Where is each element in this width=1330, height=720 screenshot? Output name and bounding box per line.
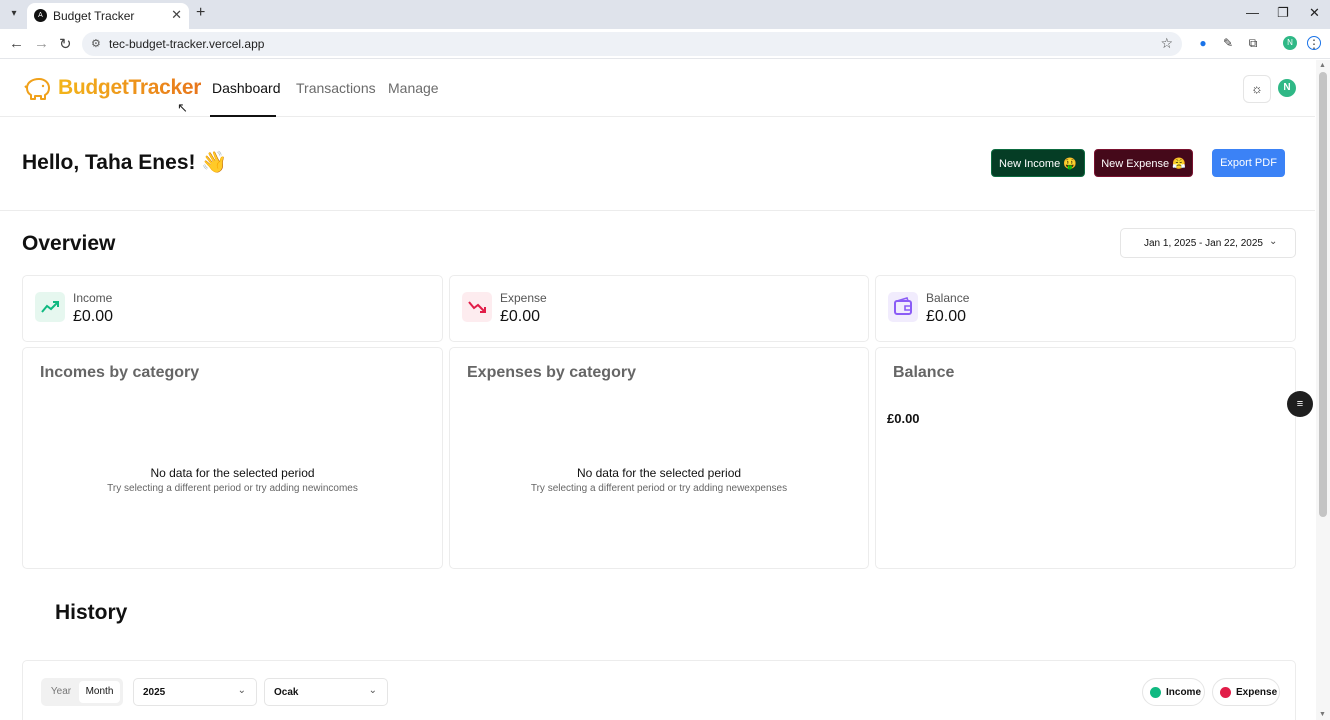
income-dot-icon [1150,687,1161,698]
overview-title: Overview [22,232,116,255]
income-label: Income [73,291,113,305]
segment-month[interactable]: Month [79,681,120,703]
expense-dot-icon [1220,687,1231,698]
new-tab-icon[interactable]: + [196,4,205,22]
legend-expense-label: Expense [1236,687,1278,698]
chevron-down-icon: ⌄ [1269,236,1278,247]
history-title: History [55,601,128,624]
segment-year[interactable]: Year [44,681,78,703]
browser-toolbar: ← → ↻ ⚙ tec-budget-tracker.vercel.app ☆ … [0,29,1330,59]
scroll-down-icon[interactable]: ▼ [1319,711,1326,718]
balance-stat-card: Balance £0.00 [875,275,1296,342]
expense-value: £0.00 [500,308,541,325]
piggy-bank-icon [24,78,50,100]
wallet-icon [888,292,918,322]
reload-icon[interactable]: ↻ [59,35,72,53]
month-value: Ocak [274,687,299,698]
balance-panel-value: £0.00 [887,411,920,426]
mouse-cursor-icon: ↖ [177,100,188,115]
year-select[interactable]: 2025 ⌄ [133,678,257,706]
incomes-empty-hint: Try selecting a different period or try … [107,483,358,494]
tab-title: Budget Tracker [53,9,135,23]
expenses-by-category-panel: Expenses by category No data for the sel… [449,347,869,569]
date-range-picker[interactable]: Jan 1, 2025 - Jan 22, 2025 ⌄ [1120,228,1296,258]
nav-manage[interactable]: Manage [388,80,439,96]
income-value: £0.00 [73,308,114,325]
balance-value: £0.00 [926,308,967,325]
back-icon[interactable]: ← [9,35,24,52]
expenses-empty-message: No data for the selected period [576,466,742,480]
balance-panel-title: Balance [893,364,955,381]
year-value: 2025 [143,687,166,698]
expenses-panel-title: Expenses by category [467,364,636,381]
restore-icon[interactable]: ❐ [1277,5,1289,21]
new-expense-button[interactable]: New Expense 😤 [1094,149,1193,177]
app-page: BudgetTracker Dashboard Transactions Man… [0,60,1315,720]
nav-transactions[interactable]: Transactions [296,80,376,96]
profile-icon[interactable]: N [1283,36,1297,50]
balance-panel: Balance £0.00 [875,347,1296,569]
minimize-icon[interactable]: — [1246,5,1259,20]
tab-search-icon[interactable]: ▾ [6,6,22,22]
export-pdf-button[interactable]: Export PDF [1212,149,1285,177]
chevron-down-icon: ⌄ [368,685,377,696]
nav-dashboard[interactable]: Dashboard [212,80,281,96]
income-stat-card: Income £0.00 [22,275,443,342]
address-bar[interactable]: ⚙ tec-budget-tracker.vercel.app ☆ [82,32,1182,56]
theme-toggle-icon[interactable]: ☼ [1243,75,1271,103]
tab-close-icon[interactable]: ✕ [171,7,182,23]
bookmark-star-icon[interactable]: ☆ [1160,35,1173,52]
browser-tab-bar: ▾ A Budget Tracker ✕ + — ❐ ✕ [0,0,1330,29]
new-income-button[interactable]: New Income 🤑 [991,149,1085,177]
app-header: BudgetTracker Dashboard Transactions Man… [0,60,1315,117]
user-avatar[interactable]: N [1278,79,1296,97]
site-info-icon[interactable]: ⚙ [91,37,101,50]
greeting-title: Hello, Taha Enes! 👋 [22,151,228,174]
month-select[interactable]: Ocak ⌄ [264,678,388,706]
expense-stat-card: Expense £0.00 [449,275,869,342]
forward-icon[interactable]: → [34,35,49,52]
url-text[interactable]: tec-budget-tracker.vercel.app [109,37,264,51]
browser-tab[interactable]: A Budget Tracker ✕ [27,3,189,29]
legend-income[interactable]: Income [1142,678,1205,706]
legend-income-label: Income [1166,687,1202,698]
scroll-up-icon[interactable]: ▲ [1319,62,1326,69]
date-range-text: Jan 1, 2025 - Jan 22, 2025 [1144,238,1263,249]
trending-up-icon [35,292,65,322]
kebab-menu-icon[interactable]: ⋮ [1307,36,1321,51]
incomes-panel-title: Incomes by category [40,364,200,381]
page-scrollbar[interactable]: ▲ ▼ [1316,60,1330,720]
extension-2-icon[interactable]: ✎ [1221,36,1235,50]
scrollbar-thumb[interactable] [1319,72,1327,517]
chevron-down-icon: ⌄ [237,685,246,696]
incomes-by-category-panel: Incomes by category No data for the sele… [22,347,443,569]
trending-down-icon [462,292,492,322]
expense-label: Expense [500,291,547,305]
extensions-icon[interactable]: ⧉ [1246,36,1260,50]
history-card: Year Month 2025 ⌄ Ocak ⌄ Income Expense [22,660,1296,720]
extension-1-icon[interactable]: ● [1196,36,1210,50]
legend-expense[interactable]: Expense [1212,678,1280,706]
greeting-bar: Hello, Taha Enes! 👋 New Income 🤑 New Exp… [0,117,1315,211]
filter-lines-icon[interactable]: ≡ [1287,391,1313,417]
app-logo[interactable]: BudgetTracker [58,76,201,100]
window-close-icon[interactable]: ✕ [1309,5,1320,21]
balance-label: Balance [926,291,970,305]
favicon-icon: A [34,9,47,22]
incomes-empty-message: No data for the selected period [150,466,315,480]
expenses-empty-hint: Try selecting a different period or try … [530,483,788,494]
timeframe-toggle: Year Month [41,678,123,706]
